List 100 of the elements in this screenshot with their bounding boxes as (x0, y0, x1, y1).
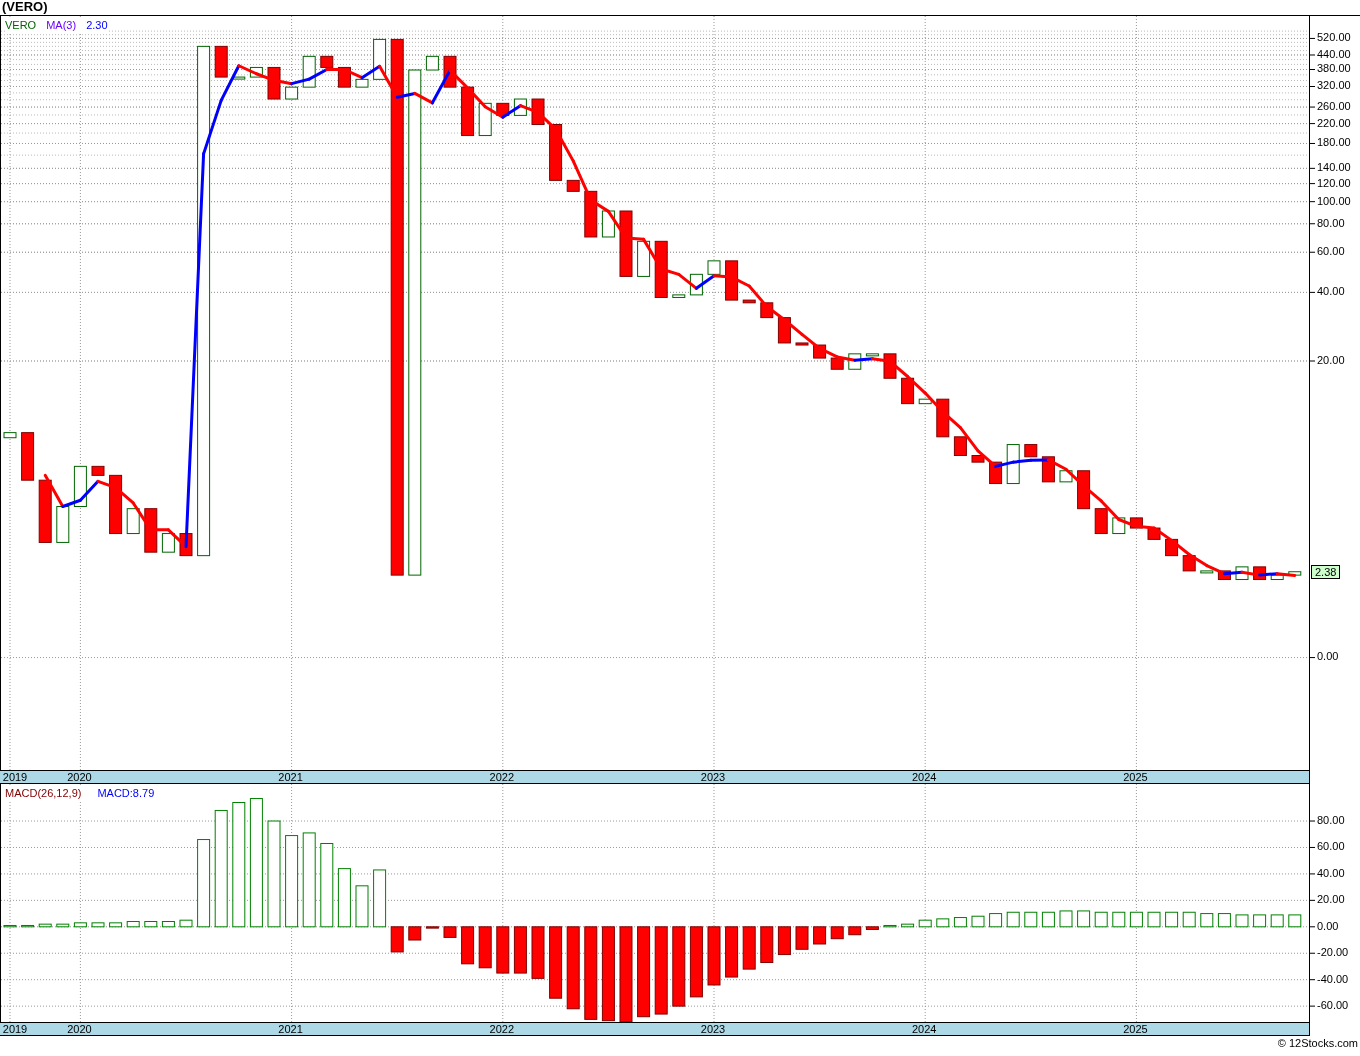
histogram-bar (513, 926, 527, 974)
axis-tick-label: 100.00 (1317, 194, 1351, 207)
axis-tick-label: -40.00 (1317, 972, 1349, 985)
histogram-bar (531, 926, 545, 979)
year-label: 2021 (278, 771, 303, 783)
histogram-bar (989, 913, 1003, 928)
histogram-bar (3, 925, 17, 928)
histogram-bar (883, 925, 897, 928)
histogram-bar (953, 917, 967, 928)
year-label: 2024 (911, 771, 937, 783)
histogram-bar (1147, 911, 1161, 928)
legend-label: MACD(26,12,9) (5, 786, 82, 801)
axis-tick-label: 120.00 (1317, 176, 1351, 189)
last-price-tag: 2.38 (1311, 564, 1341, 579)
histogram-bar (1094, 911, 1108, 928)
histogram-bar (1165, 911, 1179, 928)
axis-tick-label: 20.00 (1317, 893, 1345, 906)
axis-tick-label: -20.00 (1317, 946, 1349, 959)
histogram-bar (56, 923, 70, 928)
histogram-bar (1235, 914, 1249, 928)
year-label: 2023 (700, 771, 726, 783)
histogram-bar (1059, 910, 1073, 928)
year-label: 2022 (489, 1023, 515, 1035)
axis-tick-label: 440.00 (1317, 47, 1351, 60)
histogram-bar (1270, 914, 1284, 928)
histogram-bar (1024, 911, 1038, 928)
year-label: 2021 (278, 1023, 303, 1035)
histogram-bar (144, 921, 158, 928)
histogram-bar (971, 915, 985, 928)
axis-tick-label: 380.00 (1317, 62, 1351, 75)
histogram-bar (408, 926, 422, 941)
year-label: 2025 (1123, 771, 1148, 783)
axis-tick-label: 80.00 (1317, 216, 1345, 229)
year-label: 2022 (489, 771, 515, 783)
axis-tick-label: 140.00 (1317, 161, 1351, 174)
axis-tick-label: 260.00 (1317, 100, 1351, 112)
axis-tick-label: 0.00 (1317, 919, 1339, 932)
copyright-text: © 12Stocks.com (1277, 1036, 1359, 1050)
histogram-bar (337, 868, 351, 928)
histogram-bar (689, 926, 703, 998)
histogram-bar (1129, 911, 1143, 928)
histogram-bar (91, 922, 105, 928)
axis-tick-label: 40.00 (1317, 866, 1345, 879)
histogram-bar (38, 923, 52, 928)
axis-tick-label: 60.00 (1317, 840, 1345, 853)
histogram-bar (443, 926, 457, 938)
histogram-bar (425, 926, 439, 929)
histogram-bar (179, 919, 193, 928)
histogram-bar (355, 885, 369, 928)
axis-tick-label: 20.00 (1317, 353, 1345, 366)
legend-label: VERO (5, 18, 37, 33)
legend-label: MA(3) (46, 18, 77, 33)
histogram-bar (830, 926, 844, 940)
histogram-bar (1041, 911, 1055, 928)
histogram-bar (496, 926, 510, 974)
histogram-bar (478, 926, 492, 969)
axis-tick-label: 80.00 (1317, 813, 1345, 826)
axis-tick-label: 40.00 (1317, 285, 1345, 298)
histogram-bar (21, 925, 35, 928)
year-label: 2025 (1123, 1023, 1148, 1035)
year-label: 2020 (67, 1023, 92, 1035)
axis-tick-label: -60.00 (1317, 999, 1349, 1012)
histogram-bar (1217, 913, 1231, 928)
year-label: 2023 (700, 1023, 726, 1035)
histogram-bar (865, 926, 879, 930)
year-label: 2019 (2, 771, 28, 783)
axis-tick-label: 60.00 (1317, 245, 1345, 258)
histogram-bar (918, 919, 932, 928)
year-label: 2019 (2, 1023, 28, 1035)
histogram-bar (161, 921, 175, 928)
chart-title: (VERO) (1, 0, 49, 15)
histogram-bar (1288, 914, 1302, 928)
histogram-bar (126, 921, 140, 928)
histogram-bar (373, 869, 387, 928)
histogram-bar (707, 926, 721, 986)
legend-label: 2.30 (86, 18, 108, 33)
histogram-bar (901, 923, 915, 928)
axis-tick-label: 180.00 (1317, 136, 1351, 149)
histogram-bar (725, 926, 739, 978)
histogram-bar (1077, 910, 1091, 928)
histogram-bar (1112, 911, 1126, 928)
histogram-bar (848, 926, 862, 936)
histogram-bar (1200, 913, 1214, 928)
histogram-bar (1253, 914, 1267, 928)
legend-label: MACD:8.79 (97, 786, 155, 801)
histogram-bar (760, 926, 774, 963)
histogram-bar (936, 918, 950, 928)
year-label: 2024 (911, 1023, 937, 1035)
histogram-bar (742, 926, 756, 970)
histogram-bar (795, 926, 809, 950)
axis-tick-label: 220.00 (1317, 116, 1351, 129)
year-label: 2020 (67, 771, 92, 783)
histogram-bar (1006, 911, 1020, 928)
axis-tick-label: 520.00 (1317, 31, 1351, 44)
histogram-bar (390, 926, 404, 953)
histogram-bar (109, 922, 123, 928)
histogram-bar (813, 926, 827, 945)
histogram-bar (73, 922, 87, 928)
axis-tick-label: 0.00 (1317, 650, 1339, 663)
histogram-bar (777, 926, 791, 956)
